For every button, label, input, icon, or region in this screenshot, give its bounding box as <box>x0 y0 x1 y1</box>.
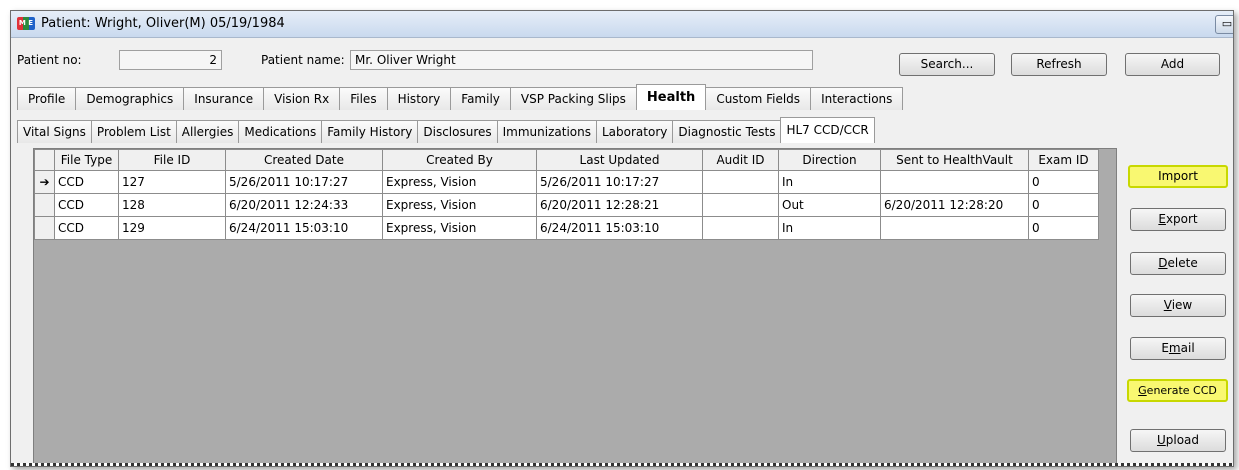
cell-created-by[interactable]: Express, Vision <box>382 170 537 194</box>
patient-name-field[interactable]: Mr. Oliver Wright <box>350 50 813 70</box>
import-button[interactable]: Import <box>1128 165 1228 188</box>
row-indicator-header <box>34 149 55 171</box>
subtab-disclosures[interactable]: Disclosures <box>417 120 498 143</box>
tab-insurance[interactable]: Insurance <box>183 87 265 110</box>
cell-sent[interactable] <box>880 170 1029 194</box>
cell-created[interactable]: 6/24/2011 15:03:10 <box>225 216 383 240</box>
export-button[interactable]: Export <box>1130 208 1226 231</box>
patient-no-field[interactable]: 2 <box>119 50 222 70</box>
column-header-created-by[interactable]: Created By <box>382 149 537 171</box>
column-header-direction[interactable]: Direction <box>778 149 881 171</box>
tab-files[interactable]: Files <box>339 87 388 110</box>
add-button[interactable]: Add <box>1125 53 1220 76</box>
table-row[interactable]: ➔ CCD 127 5/26/2011 10:17:27 Express, Vision… <box>34 170 1099 194</box>
subtab-allergies[interactable]: Allergies <box>175 120 240 143</box>
cell-direction[interactable]: Out <box>778 193 881 217</box>
tab-vision-rx[interactable]: Vision Rx <box>263 87 341 110</box>
tab-health[interactable]: Health <box>635 84 707 110</box>
cell-file-type[interactable]: CCD <box>54 216 119 240</box>
restore-icon[interactable]: ▭ <box>1215 15 1233 34</box>
tab-interactions[interactable]: Interactions <box>810 87 904 110</box>
delete-button[interactable]: Delete <box>1130 252 1226 275</box>
cell-file-type[interactable]: CCD <box>54 170 119 194</box>
tab-custom-fields[interactable]: Custom Fields <box>705 87 812 110</box>
cell-exam-id[interactable]: 0 <box>1028 193 1099 217</box>
column-header-file-type[interactable]: File Type <box>54 149 119 171</box>
title-bar: M E Patient: Wright, Oliver(M) 05/19/198… <box>11 11 1233 38</box>
torn-edge <box>11 463 1233 466</box>
cell-exam-id[interactable]: 0 <box>1028 170 1099 194</box>
column-header-last-updated[interactable]: Last Updated <box>536 149 703 171</box>
cell-exam-id[interactable]: 0 <box>1028 216 1099 240</box>
patient-no-label: Patient no: <box>17 53 82 67</box>
search-button[interactable]: Search... <box>899 53 995 76</box>
app-icon: M E <box>17 17 35 30</box>
subtab-vital-signs[interactable]: Vital Signs <box>17 120 92 143</box>
subtab-laboratory[interactable]: Laboratory <box>596 120 674 143</box>
tab-vsp-packing-slips[interactable]: VSP Packing Slips <box>509 87 637 110</box>
row-indicator-icon: ➔ <box>34 170 55 194</box>
sub-tab-strip: Vital Signs Problem List Allergies Medicati… <box>17 117 875 144</box>
column-header-sent-to-healthvault[interactable]: Sent to HealthVault <box>880 149 1029 171</box>
main-tab-strip: Profile Demographics Insurance Vision Rx Fil… <box>17 84 904 111</box>
window-title: Patient: Wright, Oliver(M) 05/19/1984 <box>41 16 285 31</box>
cell-created[interactable]: 6/20/2011 12:24:33 <box>225 193 383 217</box>
cell-updated[interactable]: 6/24/2011 15:03:10 <box>536 216 703 240</box>
cell-file-id[interactable]: 128 <box>118 193 226 217</box>
cell-direction[interactable]: In <box>778 216 881 240</box>
subtab-problem-list[interactable]: Problem List <box>90 120 177 143</box>
cell-updated[interactable]: 5/26/2011 10:17:27 <box>536 170 703 194</box>
cell-sent[interactable]: 6/20/2011 12:28:20 <box>880 193 1029 217</box>
table-row[interactable]: CCD 128 6/20/2011 12:24:33 Express, Vision 6… <box>34 193 1099 217</box>
cell-audit-id[interactable] <box>702 170 779 194</box>
row-indicator-icon <box>34 216 55 240</box>
patient-name-label: Patient name: <box>261 53 345 67</box>
column-header-file-id[interactable]: File ID <box>118 149 226 171</box>
row-indicator-icon <box>34 193 55 217</box>
subtab-immunizations[interactable]: Immunizations <box>496 120 597 143</box>
upload-button[interactable]: Upload <box>1130 429 1226 452</box>
column-header-audit-id[interactable]: Audit ID <box>702 149 779 171</box>
cell-direction[interactable]: In <box>778 170 881 194</box>
patient-window: M E Patient: Wright, Oliver(M) 05/19/198… <box>10 10 1234 467</box>
tab-demographics[interactable]: Demographics <box>75 87 185 110</box>
subtab-family-history[interactable]: Family History <box>321 120 419 143</box>
subtab-medications[interactable]: Medications <box>238 120 323 143</box>
cell-file-type[interactable]: CCD <box>54 193 119 217</box>
cell-created[interactable]: 5/26/2011 10:17:27 <box>225 170 383 194</box>
cell-file-id[interactable]: 127 <box>118 170 226 194</box>
cell-created-by[interactable]: Express, Vision <box>382 193 537 217</box>
cell-updated[interactable]: 6/20/2011 12:28:21 <box>536 193 703 217</box>
column-header-created-date[interactable]: Created Date <box>225 149 383 171</box>
ccd-file-grid[interactable]: File Type File ID Created Date Created By La… <box>33 148 1117 464</box>
cell-created-by[interactable]: Express, Vision <box>382 216 537 240</box>
email-button[interactable]: Email <box>1130 337 1226 360</box>
tab-profile[interactable]: Profile <box>17 87 77 110</box>
generate-ccd-button[interactable]: Generate CCD <box>1127 379 1228 402</box>
cell-audit-id[interactable] <box>702 216 779 240</box>
cell-sent[interactable] <box>880 216 1029 240</box>
column-header-exam-id[interactable]: Exam ID <box>1028 149 1099 171</box>
cell-audit-id[interactable] <box>702 193 779 217</box>
tab-family[interactable]: Family <box>450 87 511 110</box>
cell-file-id[interactable]: 129 <box>118 216 226 240</box>
grid-header-row: File Type File ID Created Date Created By La… <box>34 149 1099 171</box>
view-button[interactable]: View <box>1130 294 1226 317</box>
table-row[interactable]: CCD 129 6/24/2011 15:03:10 Express, Vision 6… <box>34 216 1099 240</box>
subtab-diagnostic-tests[interactable]: Diagnostic Tests <box>672 120 782 143</box>
tab-history[interactable]: History <box>386 87 452 110</box>
subtab-hl7-ccd-ccr[interactable]: HL7 CCD/CCR <box>780 117 875 143</box>
refresh-button[interactable]: Refresh <box>1011 53 1107 76</box>
